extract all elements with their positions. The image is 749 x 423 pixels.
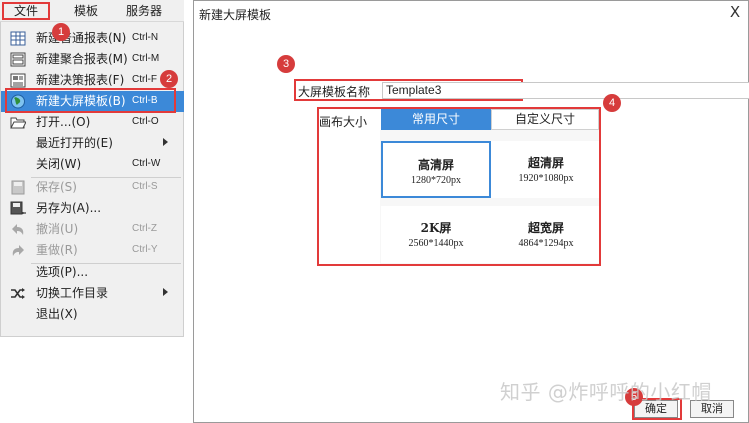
menu-item-label: 打开...(O) <box>36 115 91 129</box>
step-badge-2: 2 <box>160 70 178 88</box>
submenu-arrow-icon <box>163 288 168 296</box>
menu-item-label: 重做(R) <box>36 243 78 257</box>
highlight-frame-new-dashboard <box>5 88 176 113</box>
aggregate-report-icon <box>10 52 26 67</box>
menu-item-shortcut: Ctrl-Y <box>132 244 158 255</box>
decision-report-icon <box>10 73 26 88</box>
menu-item-options[interactable]: 选项(P)... <box>1 262 184 283</box>
menu-item-redo: 重做(R) Ctrl-Y <box>1 240 184 261</box>
menu-item-label: 退出(X) <box>36 307 78 321</box>
menu-item-label: 新建聚合报表(M) <box>36 52 128 66</box>
menu-bar: 文件 模板 服务器 <box>0 0 184 22</box>
menu-item-recent[interactable]: 最近打开的(E) <box>1 133 184 154</box>
menu-item-new-normal-report[interactable]: 新建普通报表(N) Ctrl-N <box>1 28 184 49</box>
menu-item-label: 另存为(A)... <box>36 201 102 215</box>
close-icon[interactable]: X <box>728 5 742 20</box>
menu-item-switch-workdir[interactable]: 切换工作目录 <box>1 283 184 304</box>
step-badge-3: 3 <box>277 55 295 73</box>
menu-item-label: 选项(P)... <box>36 265 89 279</box>
menu-item-shortcut: Ctrl-F <box>132 74 157 85</box>
dialog-title: 新建大屏模板 <box>199 8 272 22</box>
menu-item-save-as[interactable]: 另存为(A)... <box>1 198 184 219</box>
watermark-text: 知乎 @炸呼呼的小红帽 <box>500 380 712 404</box>
grid-report-icon <box>10 31 26 46</box>
submenu-arrow-icon <box>163 138 168 146</box>
file-menu-dropdown: 新建普通报表(N) Ctrl-N 新建聚合报表(M) Ctrl-M 新建决策报表… <box>0 22 184 337</box>
folder-open-icon <box>10 117 26 129</box>
menu-template[interactable]: 模板 <box>62 2 110 20</box>
menu-item-shortcut: Ctrl-O <box>132 116 159 127</box>
template-name-label: 大屏模板名称 <box>298 85 371 99</box>
menu-item-label: 新建普通报表(N) <box>36 31 127 45</box>
template-name-input[interactable]: Template3 <box>382 82 749 99</box>
save-as-icon <box>10 201 26 215</box>
menu-item-shortcut: Ctrl-M <box>132 53 160 64</box>
menu-item-open[interactable]: 打开...(O) Ctrl-O <box>1 112 184 133</box>
menu-item-label: 新建决策报表(F) <box>36 73 125 87</box>
redo-icon <box>12 245 24 256</box>
menu-item-close[interactable]: 关闭(W) Ctrl-W <box>1 154 184 175</box>
switch-icon <box>11 288 25 299</box>
menu-item-shortcut: Ctrl-N <box>132 32 159 43</box>
menu-item-shortcut: Ctrl-W <box>132 158 161 169</box>
menu-item-new-aggregate-report[interactable]: 新建聚合报表(M) Ctrl-M <box>1 49 184 70</box>
menu-item-label: 撤消(U) <box>36 222 79 236</box>
menu-item-undo: 撤消(U) Ctrl-Z <box>1 219 184 240</box>
menu-item-exit[interactable]: 退出(X) <box>1 304 184 325</box>
menu-item-label: 最近打开的(E) <box>36 136 113 150</box>
menu-server[interactable]: 服务器 <box>116 2 172 20</box>
menu-file[interactable]: 文件 <box>2 2 50 20</box>
menu-item-shortcut: Ctrl-S <box>132 181 158 192</box>
step-badge-1: 1 <box>52 23 70 41</box>
menu-item-save: 保存(S) Ctrl-S <box>1 177 184 198</box>
menu-item-label: 关闭(W) <box>36 157 82 171</box>
save-icon <box>11 180 25 195</box>
undo-icon <box>12 224 24 235</box>
menu-item-shortcut: Ctrl-Z <box>132 223 157 234</box>
step-badge-4: 4 <box>603 94 621 112</box>
menu-item-label: 切换工作目录 <box>36 286 109 300</box>
highlight-frame-canvas-size <box>317 107 601 266</box>
menu-item-label: 保存(S) <box>36 180 77 194</box>
template-name-row: 大屏模板名称 Template3 <box>294 79 749 101</box>
